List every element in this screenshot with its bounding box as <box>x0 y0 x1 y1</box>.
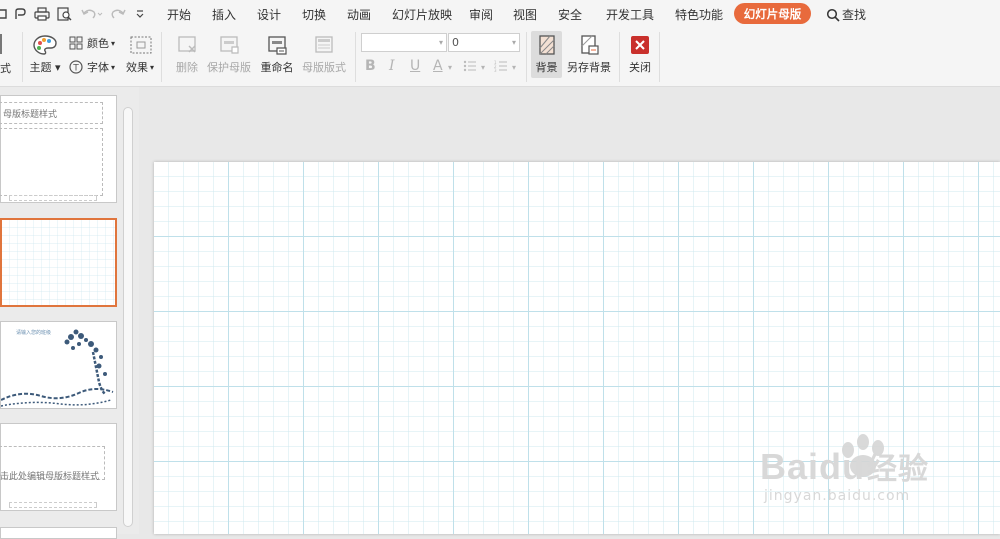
thumb-title-text: 击此处编辑母版标题样式 <box>0 472 100 482</box>
slide-thumbnail-panel: 母版标题样式 请输入您的班级 击此处编辑母版标题样式 <box>0 87 139 539</box>
slide-thumbnail-2[interactable] <box>0 218 117 307</box>
separator <box>22 32 23 82</box>
numbered-list-icon[interactable]: 123 <box>494 59 508 77</box>
save-background-button[interactable]: 另存背景 <box>566 34 612 75</box>
watermark-brand: Baidu <box>760 446 866 487</box>
background-label: 背景 <box>535 61 558 74</box>
tab-security[interactable]: 安全 <box>558 6 582 23</box>
master-layout-label: 母版版式 <box>302 61 346 74</box>
print-preview-icon[interactable] <box>56 5 74 23</box>
watermark-cn: 经验 <box>867 453 930 486</box>
slide-thumbnail-1[interactable]: 母版标题样式 <box>0 95 117 203</box>
slide-thumbnail-4[interactable]: 击此处编辑母版标题样式 <box>0 423 117 511</box>
chevron-down-icon: ▾ <box>511 38 516 47</box>
chevron-down-icon[interactable]: ▾ <box>481 63 485 72</box>
search-label: 查找 <box>842 8 867 22</box>
search-button[interactable]: 查找 <box>826 6 866 23</box>
menu-bar: 开始 插入 设计 切换 动画 幻灯片放映 审阅 视图 安全 开发工具 特色功能 … <box>0 0 1000 28</box>
tab-view[interactable]: 视图 <box>513 6 537 23</box>
italic-icon[interactable]: I <box>389 58 395 74</box>
search-icon <box>826 8 840 22</box>
tab-insert[interactable]: 插入 <box>212 6 236 23</box>
effects-dropdown[interactable]: 效果 ▾ <box>126 59 154 75</box>
font-size-value: 0 <box>452 36 459 49</box>
slide-thumbnail-3[interactable]: 请输入您的班级 <box>0 321 117 409</box>
font-color-icon[interactable]: A <box>433 58 443 74</box>
rename-icon <box>268 36 287 55</box>
tab-review[interactable]: 审阅 <box>469 6 493 23</box>
underline-icon[interactable]: U <box>410 58 420 74</box>
theme-button[interactable]: 主题 ▾ <box>28 34 62 75</box>
separator <box>161 32 162 82</box>
tab-design[interactable]: 设计 <box>257 6 281 23</box>
ribbon: 式 主题 ▾ 颜色 ▾ T 字体 ▾ 效果 ▾ 删除 保护母版 重命名 母版版式… <box>0 28 1000 87</box>
font-name-select[interactable]: ▾ <box>361 33 447 52</box>
thumbnail-scrollbar[interactable] <box>123 107 133 527</box>
separator <box>659 32 660 82</box>
save-background-icon <box>581 35 599 55</box>
chevron-down-icon[interactable]: ▾ <box>512 63 516 72</box>
chevron-down-icon: ▾ <box>150 62 155 72</box>
chevron-down-icon: ▾ <box>438 38 443 47</box>
print-icon[interactable] <box>33 5 51 23</box>
tree-illustration <box>1 329 114 407</box>
delete-slide-icon <box>178 36 196 53</box>
protect-master-label: 保护母版 <box>207 61 251 74</box>
rename-button[interactable]: 重命名 <box>259 34 295 75</box>
tab-transition[interactable]: 切换 <box>302 6 326 23</box>
effects-icon[interactable] <box>130 36 152 57</box>
tab-developer[interactable]: 开发工具 <box>606 6 654 23</box>
svg-text:3: 3 <box>494 68 497 73</box>
background-button[interactable]: 背景 <box>531 31 562 78</box>
bullet-list-icon[interactable] <box>463 59 477 77</box>
colors-dropdown[interactable]: 颜色 ▾ <box>69 35 115 51</box>
delete-label: 删除 <box>176 61 198 74</box>
redo-style-icon[interactable] <box>12 5 28 23</box>
theme-label: 主题 ▾ <box>29 61 61 74</box>
separator <box>619 32 620 82</box>
tab-slide-master[interactable]: 幻灯片母版 <box>734 3 811 24</box>
close-master-button[interactable]: 关闭 <box>625 34 655 75</box>
tab-special[interactable]: 特色功能 <box>675 6 723 23</box>
font-icon: T <box>69 60 83 74</box>
redo-icon[interactable] <box>108 5 128 23</box>
slide-thumbnail-5[interactable] <box>0 527 117 539</box>
bold-icon[interactable]: B <box>365 58 376 74</box>
font-label: 字体 <box>87 61 109 74</box>
effects-label: 效果 <box>126 61 148 74</box>
protect-master-icon <box>220 36 239 54</box>
colors-icon <box>69 36 83 50</box>
separator <box>526 32 527 82</box>
chevron-down-icon: ▾ <box>111 62 116 72</box>
font-dropdown[interactable]: T 字体 ▾ <box>69 59 115 75</box>
close-icon <box>631 36 649 54</box>
palette-icon <box>33 35 57 55</box>
save-background-label: 另存背景 <box>567 61 611 74</box>
delete-button[interactable]: 删除 <box>171 34 203 75</box>
undo-icon[interactable] <box>80 5 104 23</box>
grid-thumbnail-graphic <box>2 220 115 305</box>
thumb-title-text: 母版标题样式 <box>3 110 58 120</box>
layout-label: 式 <box>0 62 11 75</box>
tab-slideshow[interactable]: 幻灯片放映 <box>392 6 452 23</box>
colors-label: 颜色 <box>87 37 109 50</box>
baidu-jingyan-watermark: Baidu经验 jingyan.baidu.com <box>760 430 990 520</box>
close-label: 关闭 <box>629 61 651 74</box>
open-icon[interactable] <box>0 5 10 23</box>
tab-start[interactable]: 开始 <box>167 6 191 23</box>
tab-animation[interactable]: 动画 <box>347 6 371 23</box>
layout-button-partial[interactable]: 式 <box>0 28 16 76</box>
watermark-url: jingyan.baidu.com <box>764 488 911 504</box>
svg-text:T: T <box>72 64 79 74</box>
rename-label: 重命名 <box>260 61 294 74</box>
chevron-down-icon: ▾ <box>111 38 116 48</box>
customize-dropdown-icon[interactable] <box>133 5 147 23</box>
master-layout-icon <box>315 36 333 53</box>
chevron-down-icon[interactable]: ▾ <box>448 63 452 72</box>
separator <box>355 32 356 82</box>
background-icon <box>538 35 555 55</box>
font-size-select[interactable]: 0 ▾ <box>448 33 520 52</box>
master-layout-button[interactable]: 母版版式 <box>301 34 347 75</box>
protect-master-button[interactable]: 保护母版 <box>207 34 251 75</box>
